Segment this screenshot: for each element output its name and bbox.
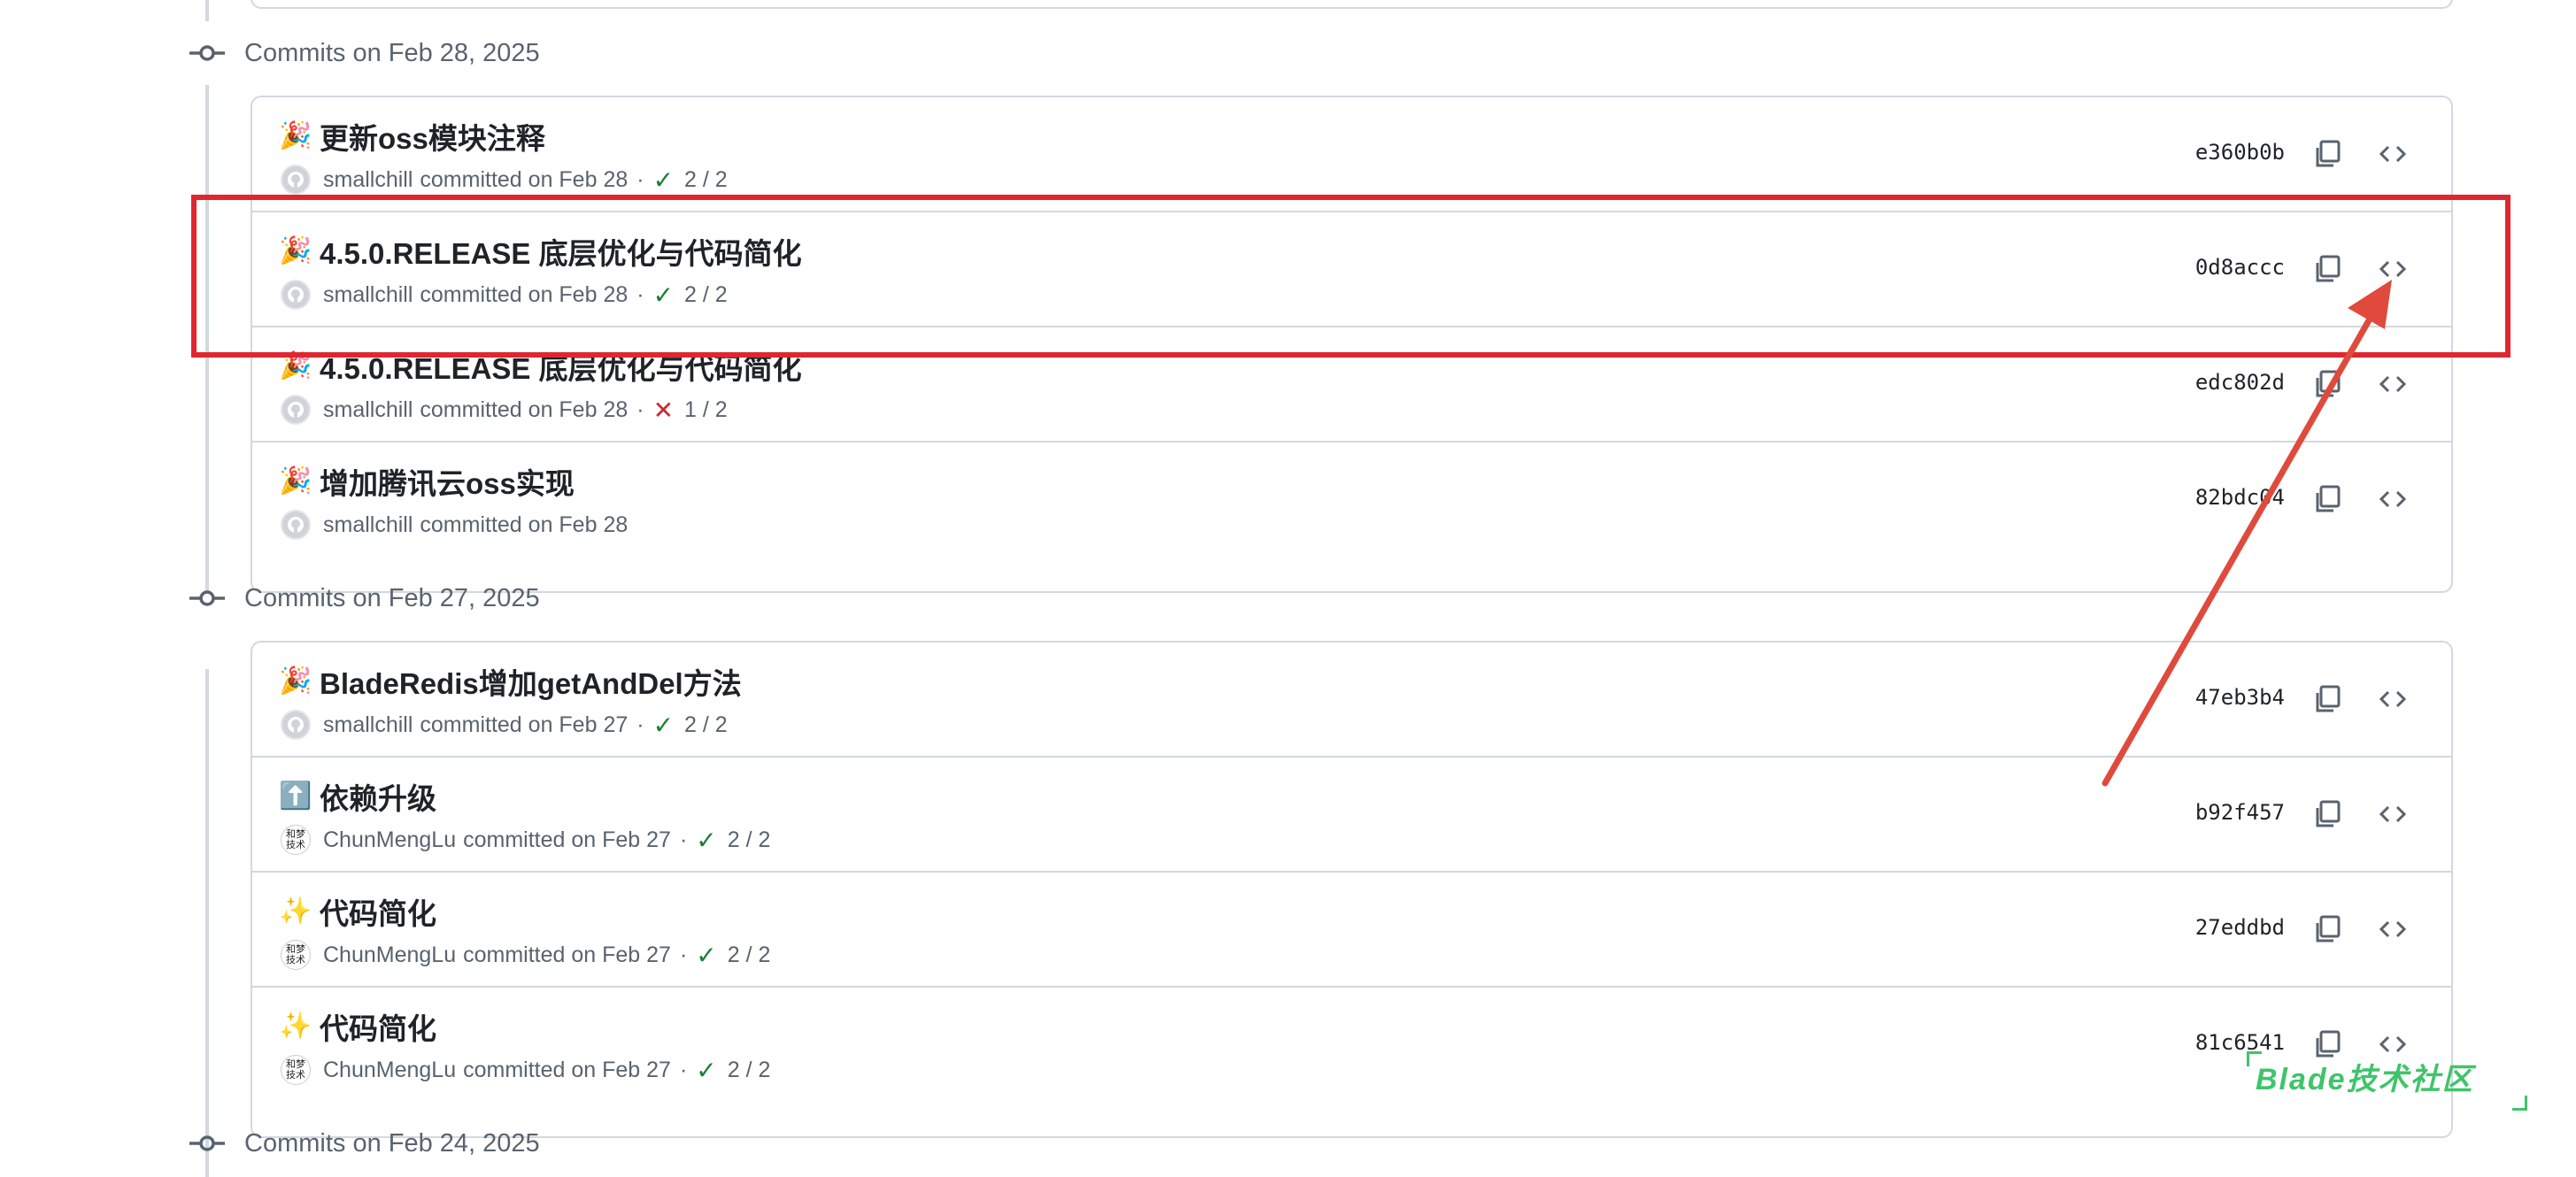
watermark-logo: Blade技术社区: [2256, 1063, 2474, 1096]
watermark-bracket: [2512, 1096, 2527, 1111]
annotation-arrow: [2102, 280, 2392, 787]
